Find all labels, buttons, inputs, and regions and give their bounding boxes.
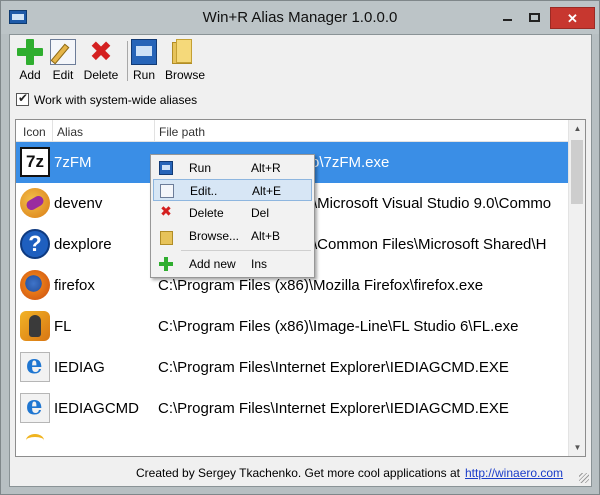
internet-explorer-icon — [20, 350, 50, 382]
fl-studio-icon — [20, 311, 50, 341]
toolbar: Add Edit ✖ Delete Run Browse — [10, 35, 591, 87]
menu-item-add-new[interactable]: Add new Ins — [153, 253, 312, 275]
delete-button[interactable]: ✖ Delete — [80, 35, 122, 83]
row-alias: devenv — [54, 195, 103, 212]
menu-item-edit[interactable]: Edit.. Alt+E — [153, 179, 312, 201]
footer-credit: Created by Sergey Tkachenko. Get more co… — [136, 466, 460, 480]
column-divider[interactable] — [154, 120, 155, 142]
delete-icon: ✖ — [89, 35, 113, 68]
minimize-button[interactable] — [493, 7, 521, 29]
scroll-down-icon[interactable]: ▼ — [569, 439, 585, 456]
table-row[interactable]: FL C:\Program Files (x86)\Image-Line\FL … — [16, 306, 568, 347]
scroll-thumb[interactable] — [571, 140, 583, 204]
menu-item-shortcut: Alt+R — [251, 161, 281, 175]
menu-item-label: Browse... — [189, 229, 240, 243]
row-path: \Common Files\Microsoft Shared\H — [313, 236, 547, 253]
edit-button[interactable]: Edit — [48, 39, 78, 83]
menu-item-shortcut: Alt+B — [251, 229, 281, 243]
footer: Created by Sergey Tkachenko. Get more co… — [10, 461, 591, 485]
row-alias: dexplore — [54, 236, 112, 253]
system-wide-checkbox[interactable] — [16, 91, 29, 106]
row-path: C:\Program Files\Internet Explorer\IEDIA… — [158, 359, 509, 376]
context-menu: Run Alt+R Edit.. Alt+E ✖ Delete Del Brow… — [150, 154, 315, 278]
help-icon: ? — [20, 229, 50, 259]
maximize-button[interactable] — [521, 7, 548, 29]
resize-grip[interactable] — [579, 473, 589, 483]
row-alias: FL — [54, 318, 72, 335]
menu-separator — [181, 250, 311, 251]
7zip-icon: 7z — [20, 147, 50, 177]
menu-item-shortcut: Alt+E — [252, 184, 282, 198]
browse-button[interactable]: Browse — [164, 39, 206, 83]
table-row[interactable] — [16, 429, 568, 456]
edit-button-label: Edit — [52, 68, 74, 82]
add-button[interactable]: Add — [14, 39, 46, 83]
row-path: C:\Program Files (x86)\Mozilla Firefox\f… — [158, 277, 484, 294]
menu-item-browse[interactable]: Browse... Alt+B — [153, 225, 312, 247]
row-path: \Microsoft Visual Studio 9.0\Commo — [313, 195, 552, 212]
add-icon — [159, 257, 173, 271]
delete-icon: ✖ — [160, 204, 172, 220]
column-header-alias[interactable]: Alias — [57, 125, 83, 139]
table-row[interactable]: IEDIAG C:\Program Files\Internet Explore… — [16, 347, 568, 388]
website-link[interactable]: http://winaero.com — [465, 466, 563, 480]
menu-item-shortcut: Del — [251, 206, 270, 220]
row-alias: firefox — [54, 277, 95, 294]
folder-icon — [159, 229, 173, 245]
row-alias: IEDIAG — [54, 359, 105, 376]
firefox-icon — [20, 270, 50, 300]
edit-icon — [160, 184, 174, 198]
delete-button-label: Delete — [83, 68, 119, 82]
run-button[interactable]: Run — [130, 39, 158, 83]
folder-icon — [172, 39, 198, 65]
menu-item-label: Edit.. — [190, 184, 218, 198]
maximize-icon — [529, 13, 540, 22]
row-path: C:\Program Files (x86)\Image-Line\FL Stu… — [158, 318, 519, 335]
system-wide-option[interactable]: Work with system-wide aliases — [16, 91, 198, 107]
run-icon — [159, 161, 173, 175]
browse-button-label: Browse — [164, 68, 205, 82]
menu-item-run[interactable]: Run Alt+R — [153, 157, 312, 179]
column-header-icon[interactable]: Icon — [23, 125, 46, 139]
row-path: C:\Program Files\Internet Explorer\IEDIA… — [158, 400, 509, 417]
edit-icon — [50, 39, 76, 65]
menu-item-shortcut: Ins — [251, 257, 268, 271]
list-header: Icon Alias File path — [16, 120, 568, 142]
close-button[interactable]: ✕ — [550, 7, 595, 29]
add-icon — [17, 39, 43, 65]
internet-explorer-icon — [20, 391, 50, 423]
menu-item-label: Add new — [189, 257, 236, 271]
toolbar-separator — [127, 41, 128, 81]
menu-item-delete[interactable]: ✖ Delete Del — [153, 202, 312, 224]
menu-item-label: Run — [189, 161, 212, 175]
scroll-up-icon[interactable]: ▲ — [569, 120, 585, 137]
column-header-file-path[interactable]: File path — [159, 125, 205, 139]
table-row[interactable]: IEDIAGCMD C:\Program Files\Internet Expl… — [16, 388, 568, 429]
column-divider[interactable] — [52, 120, 53, 142]
title-bar[interactable]: Win+R Alias Manager 1.0.0.0 ✕ — [1, 1, 599, 34]
visual-studio-icon — [20, 188, 50, 218]
add-button-label: Add — [19, 68, 41, 82]
menu-item-label: Delete — [189, 206, 224, 220]
run-button-label: Run — [132, 68, 155, 82]
app-icon — [20, 434, 50, 456]
vertical-scrollbar[interactable]: ▲ ▼ — [568, 120, 585, 456]
row-alias: IEDIAGCMD — [54, 400, 140, 417]
run-icon — [131, 39, 157, 65]
row-alias: 7zFM — [54, 154, 92, 171]
app-window: Win+R Alias Manager 1.0.0.0 ✕ Add Edit ✖… — [0, 0, 600, 495]
system-wide-label: Work with system-wide aliases — [34, 93, 198, 107]
minimize-icon — [502, 19, 512, 21]
row-path: o\7zFM.exe — [311, 154, 390, 171]
